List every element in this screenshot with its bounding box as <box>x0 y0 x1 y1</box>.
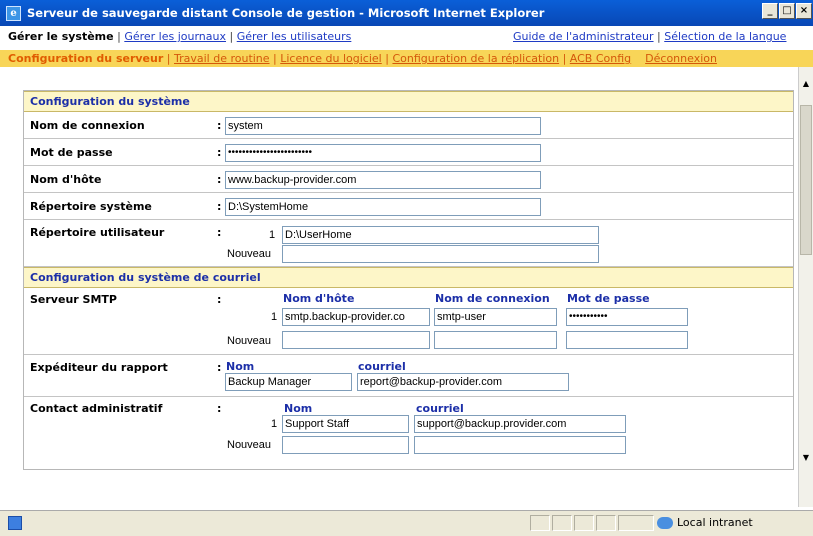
smtp-user-input[interactable]: smtp-user <box>434 308 557 326</box>
smtp-row: Serveur SMTP : Nom d'hôte Nom de connexi… <box>24 288 793 355</box>
sysdir-input[interactable]: D:\SystemHome <box>225 198 541 216</box>
sysdir-row: Répertoire système : D:\SystemHome <box>24 193 793 220</box>
userdir-new-label: Nouveau <box>227 248 272 260</box>
tab-replication-config[interactable]: Configuration de la réplication <box>392 52 559 65</box>
col-login-header: Nom de connexion <box>435 292 550 305</box>
admin-contact-label: Contact administratif <box>30 402 163 415</box>
tab-software-license[interactable]: Licence du logiciel <box>280 52 382 65</box>
password-label: Mot de passe <box>30 146 113 159</box>
nav-language-select[interactable]: Sélection de la langue <box>664 30 786 43</box>
smtp-host-input[interactable]: smtp.backup-provider.co <box>282 308 430 326</box>
status-bar: Local intranet <box>0 510 813 536</box>
mail-config-header: Configuration du système de courriel <box>24 267 793 288</box>
smtp-user-input-new[interactable] <box>434 331 557 349</box>
sender-email-input[interactable]: report@backup-provider.com <box>357 373 569 391</box>
security-zone-label: Local intranet <box>677 516 753 529</box>
tab-logout[interactable]: Déconnexion <box>645 52 717 65</box>
nav-manage-users[interactable]: Gérer les utilisateurs <box>237 30 352 43</box>
secondary-nav: Configuration du serveur | Travail de ro… <box>0 50 813 67</box>
minimize-button[interactable]: _ <box>762 3 778 19</box>
tab-server-config[interactable]: Configuration du serveur <box>8 52 163 65</box>
admin-contact-row: Contact administratif : Nom courriel 1 S… <box>24 397 793 471</box>
userdir-index: 1 <box>269 229 276 241</box>
nav-manage-system[interactable]: Gérer le système <box>8 30 114 43</box>
intranet-zone-icon <box>657 517 673 529</box>
status-pane-5 <box>618 515 654 531</box>
col-host-header: Nom d'hôte <box>283 292 355 305</box>
login-row: Nom de connexion : system <box>24 112 793 139</box>
status-pane-2 <box>552 515 572 531</box>
window-title: Serveur de sauvegarde distant Console de… <box>27 6 545 20</box>
host-input[interactable]: www.backup-provider.com <box>225 171 541 189</box>
scroll-thumb[interactable] <box>800 105 812 255</box>
smtp-label: Serveur SMTP <box>30 293 117 306</box>
smtp-index: 1 <box>271 311 278 323</box>
userdir-label: Répertoire utilisateur <box>30 226 165 239</box>
scroll-down-arrow-icon[interactable]: ▼ <box>799 451 813 465</box>
window-controls: _ □ × <box>762 3 813 19</box>
smtp-new-label: Nouveau <box>227 335 272 347</box>
admin-col-email-header: courriel <box>416 402 464 415</box>
userdir-row: Répertoire utilisateur : 1 D:\UserHome N… <box>24 220 793 267</box>
ie-logo-icon: e <box>6 5 21 21</box>
smtp-host-input-new[interactable] <box>282 331 430 349</box>
admin-email-input[interactable]: support@backup.provider.com <box>414 415 626 433</box>
sender-col-name-header: Nom <box>226 360 255 373</box>
vertical-scrollbar[interactable]: ▲ ▼ <box>798 67 813 507</box>
admin-col-name-header: Nom <box>284 402 313 415</box>
admin-new-label: Nouveau <box>227 439 272 451</box>
maximize-button[interactable]: □ <box>779 3 795 19</box>
sysdir-label: Répertoire système <box>30 200 152 213</box>
status-pane-4 <box>596 515 616 531</box>
close-button[interactable]: × <box>796 3 812 19</box>
nav-manage-logs[interactable]: Gérer les journaux <box>124 30 226 43</box>
title-bar: e Serveur de sauvegarde distant Console … <box>0 0 813 26</box>
security-zone: Local intranet <box>657 515 753 531</box>
userdir-input-1[interactable]: D:\UserHome <box>282 226 599 244</box>
config-panel: Configuration du système Nom de connexio… <box>23 90 794 470</box>
sender-label: Expéditeur du rapport <box>30 361 168 374</box>
userdir-input-new[interactable] <box>282 245 599 263</box>
login-input[interactable]: system <box>225 117 541 135</box>
smtp-password-input-new[interactable] <box>566 331 688 349</box>
password-row: Mot de passe : •••••••••••••••••••••••• <box>24 139 793 166</box>
col-password-header: Mot de passe <box>567 292 650 305</box>
tab-routine-job[interactable]: Travail de routine <box>174 52 270 65</box>
scroll-up-arrow-icon[interactable]: ▲ <box>799 77 813 91</box>
host-label: Nom d'hôte <box>30 173 102 186</box>
admin-email-input-new[interactable] <box>414 436 626 454</box>
nav-admin-guide[interactable]: Guide de l'administrateur <box>513 30 654 43</box>
page-status-icon <box>8 516 22 530</box>
admin-name-input[interactable]: Support Staff <box>282 415 409 433</box>
status-pane-1 <box>530 515 550 531</box>
page-content: Configuration du système Nom de connexio… <box>0 67 798 507</box>
host-row: Nom d'hôte : www.backup-provider.com <box>24 166 793 193</box>
tab-acb-config[interactable]: ACB Config <box>570 52 631 65</box>
sender-row: Expéditeur du rapport : Nom courriel Bac… <box>24 355 793 397</box>
admin-name-input-new[interactable] <box>282 436 409 454</box>
primary-nav: Gérer le système | Gérer les journaux | … <box>8 30 787 43</box>
status-pane-3 <box>574 515 594 531</box>
password-input[interactable]: •••••••••••••••••••••••• <box>225 144 541 162</box>
login-label: Nom de connexion <box>30 119 145 132</box>
system-config-header: Configuration du système <box>24 91 793 112</box>
sender-name-input[interactable]: Backup Manager <box>225 373 352 391</box>
smtp-password-input[interactable]: ••••••••••• <box>566 308 688 326</box>
admin-index: 1 <box>271 418 278 430</box>
sender-col-email-header: courriel <box>358 360 406 373</box>
